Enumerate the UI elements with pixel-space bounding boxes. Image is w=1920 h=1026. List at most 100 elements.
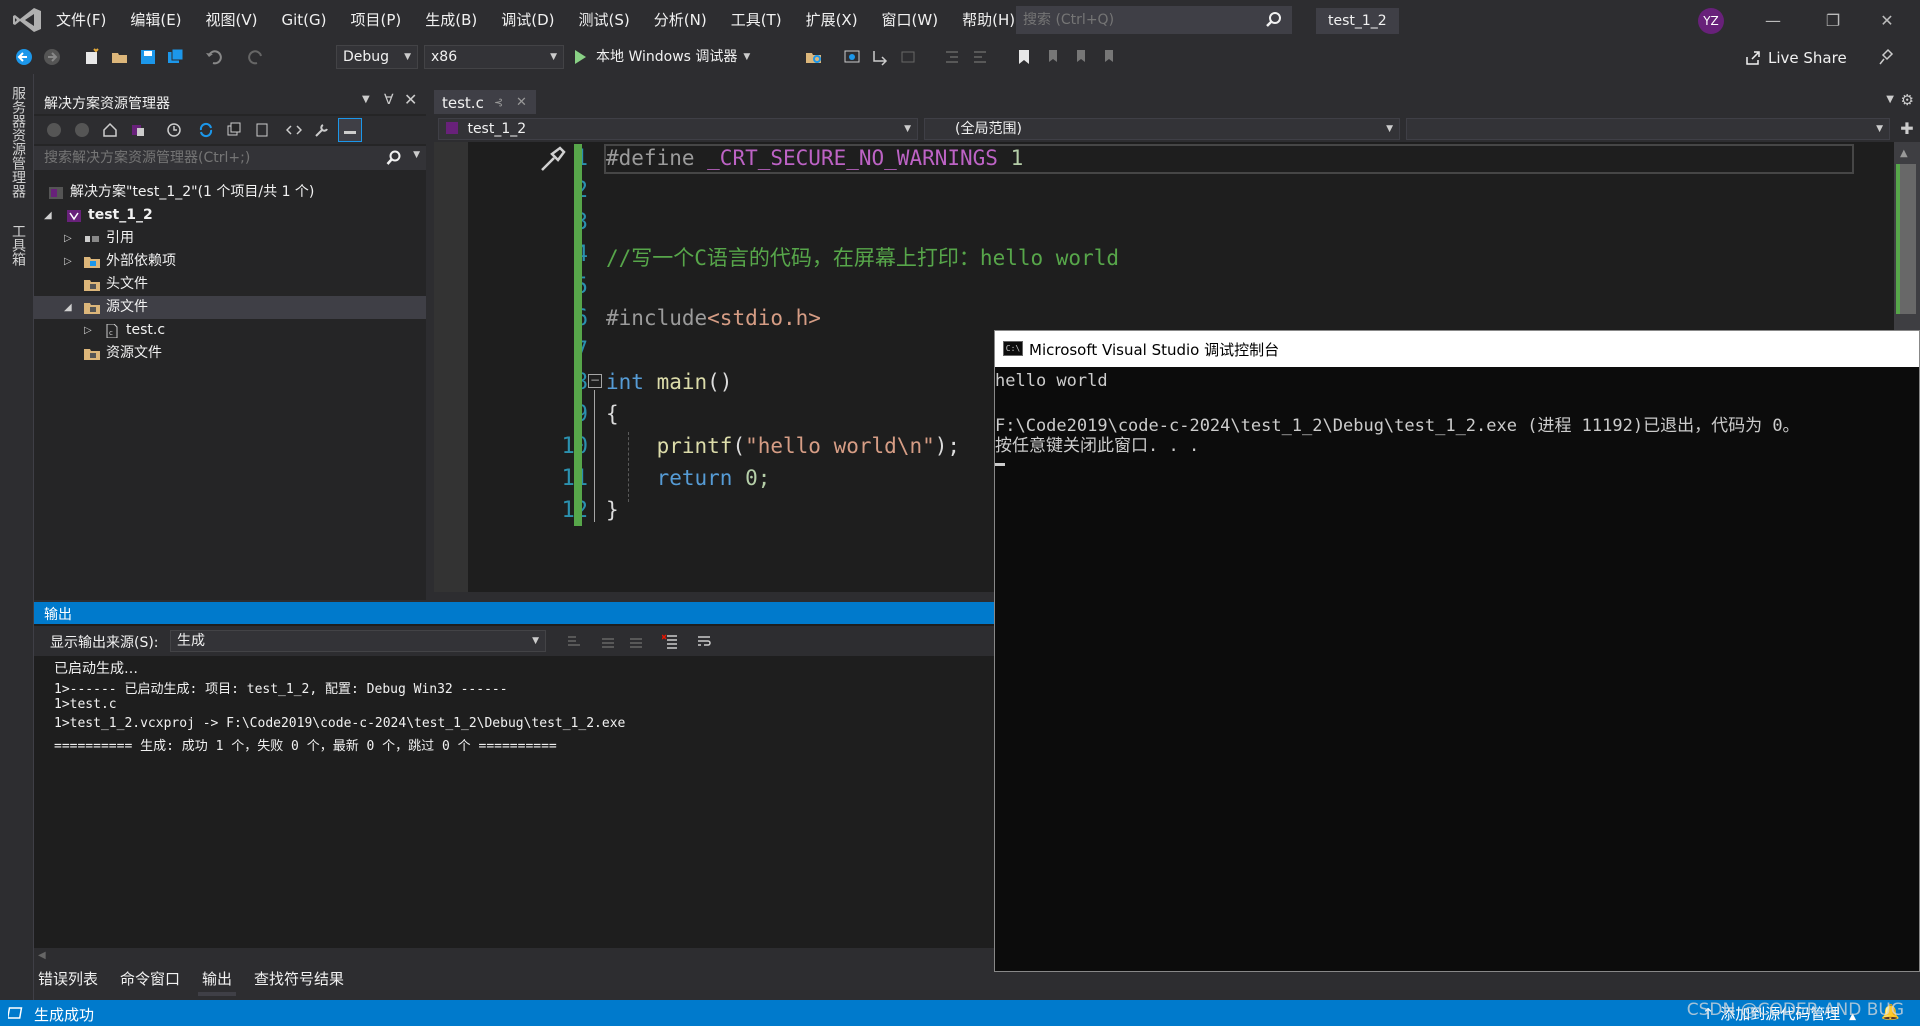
preview-selected-icon[interactable] — [338, 118, 362, 142]
clear-all-icon[interactable] — [658, 629, 682, 653]
global-scope-select[interactable]: (全局范围) ▼ — [924, 118, 1400, 140]
forward-icon[interactable] — [70, 118, 94, 142]
minimize-button[interactable]: — — [1750, 6, 1796, 36]
indent-icon[interactable] — [968, 45, 992, 69]
find-message-icon[interactable] — [562, 629, 586, 653]
split-window-icon[interactable]: ✚ — [1894, 116, 1920, 142]
menu-debug[interactable]: 调试(D) — [489, 0, 566, 40]
prev-message-icon[interactable] — [596, 629, 620, 653]
collapsed-arrow-icon[interactable]: ▷ — [84, 319, 92, 342]
bookmark-icon[interactable] — [1012, 45, 1036, 69]
tree-item-resource-files[interactable]: 资源文件 — [34, 342, 426, 365]
tree-item-references[interactable]: ▷ 引用 — [34, 227, 426, 250]
menu-tools[interactable]: 工具(T) — [719, 0, 794, 40]
open-folder-icon[interactable] — [108, 45, 132, 69]
project-scope-select[interactable]: test_1_2 ▼ — [438, 118, 918, 140]
member-select[interactable]: ▼ — [1406, 118, 1890, 140]
tree-item-source-files[interactable]: ◢ 源文件 — [34, 296, 426, 319]
tree-item-test-c[interactable]: ▷ c test.c — [34, 319, 426, 342]
undo-icon[interactable] — [202, 45, 226, 69]
prev-bookmark-icon[interactable] — [1040, 45, 1064, 69]
show-all-files-icon[interactable] — [250, 118, 274, 142]
menu-view[interactable]: 视图(V) — [194, 0, 270, 40]
pin-icon[interactable]: ⊰ — [494, 92, 503, 114]
feedback-icon[interactable] — [1874, 46, 1896, 68]
find-in-files-icon[interactable] — [802, 45, 826, 69]
search-icon[interactable] — [386, 150, 402, 166]
close-button[interactable]: ✕ — [1864, 6, 1910, 36]
restore-button[interactable]: ❐ — [1810, 6, 1856, 36]
scroll-left-icon[interactable]: ◀ — [38, 950, 46, 961]
view-code-icon[interactable] — [282, 118, 306, 142]
menu-window[interactable]: 窗口(W) — [870, 0, 951, 40]
properties-icon[interactable] — [310, 118, 334, 142]
save-icon[interactable] — [136, 45, 160, 69]
close-icon[interactable]: ✕ — [404, 90, 417, 109]
expanded-arrow-icon[interactable]: ◢ — [64, 296, 72, 319]
step-icon[interactable] — [868, 45, 892, 69]
visual-studio-logo-icon[interactable] — [12, 7, 42, 33]
debug-console-window[interactable]: C:\ Microsoft Visual Studio 调试控制台 hello … — [994, 330, 1920, 972]
tab-test-c[interactable]: test.c ⊰ ✕ — [434, 90, 536, 114]
menu-git[interactable]: Git(G) — [270, 0, 339, 40]
tree-item-solution[interactable]: 解决方案"test_1_2"(1 个项目/共 1 个) — [34, 181, 426, 204]
expanded-arrow-icon[interactable]: ◢ — [44, 204, 52, 227]
scroll-up-icon[interactable]: ▲ — [1900, 148, 1908, 159]
collapsed-arrow-icon[interactable]: ▷ — [64, 227, 72, 250]
tab-output[interactable]: 输出 — [198, 966, 237, 996]
gear-icon[interactable]: ⚙ — [1901, 91, 1914, 109]
tab-error-list[interactable]: 错误列表 — [34, 966, 102, 996]
output-source-select[interactable]: 生成 ▼ — [170, 630, 546, 652]
avatar[interactable]: YZ — [1698, 8, 1724, 34]
forward-icon[interactable] — [40, 45, 64, 69]
chevron-down-icon[interactable]: ▼ — [1886, 94, 1894, 105]
outdent-icon[interactable] — [940, 45, 964, 69]
toolbox-tab[interactable]: 工具箱 — [8, 224, 28, 266]
redo-icon[interactable] — [244, 45, 268, 69]
menu-build[interactable]: 生成(B) — [413, 0, 489, 40]
collapse-toggle[interactable]: − — [588, 374, 602, 388]
solution-config-select[interactable]: Debug ▼ — [336, 45, 418, 69]
pending-changes-icon[interactable] — [162, 118, 186, 142]
tree-item-header-files[interactable]: 头文件 — [34, 273, 426, 296]
menu-analyze[interactable]: 分析(N) — [642, 0, 719, 40]
hot-reload-icon[interactable] — [896, 45, 920, 69]
tab-find-symbol-results[interactable]: 查找符号结果 — [250, 966, 348, 996]
menu-file[interactable]: 文件(F) — [44, 0, 118, 40]
switch-views-icon[interactable] — [126, 118, 150, 142]
pin-icon[interactable]: ∀ — [384, 92, 394, 108]
paintbrush-icon[interactable] — [538, 146, 568, 174]
menu-project[interactable]: 项目(P) — [339, 0, 414, 40]
screenshot-icon[interactable] — [840, 45, 864, 69]
tree-item-external-deps[interactable]: ▷ 外部依赖项 — [34, 250, 426, 273]
solution-explorer-search-input[interactable] — [34, 146, 374, 170]
back-icon[interactable] — [12, 45, 36, 69]
sync-icon[interactable] — [194, 118, 218, 142]
server-explorer-tab[interactable]: 服务器资源管理器 — [8, 86, 28, 198]
close-icon[interactable]: ✕ — [516, 92, 527, 114]
console-title-bar[interactable]: C:\ Microsoft Visual Studio 调试控制台 — [995, 331, 1919, 367]
chevron-down-icon[interactable]: ▼ — [413, 150, 420, 160]
save-all-icon[interactable] — [164, 45, 188, 69]
home-icon[interactable] — [98, 118, 122, 142]
tree-item-project[interactable]: ◢ test_1_2 — [34, 204, 426, 227]
search-icon[interactable] — [1265, 11, 1283, 29]
menu-test[interactable]: 测试(S) — [567, 0, 642, 40]
scrollbar-thumb[interactable] — [1898, 164, 1916, 314]
menu-extensions[interactable]: 扩展(X) — [794, 0, 870, 40]
search-input[interactable] — [1017, 7, 1257, 33]
menu-edit[interactable]: 编辑(E) — [118, 0, 193, 40]
live-share-button[interactable]: Live Share — [1744, 46, 1847, 70]
clear-bookmarks-icon[interactable] — [1096, 45, 1120, 69]
start-debugging-button[interactable]: 本地 Windows 调试器 ▼ — [572, 45, 750, 69]
back-icon[interactable] — [42, 118, 66, 142]
new-project-icon[interactable] — [80, 45, 104, 69]
tab-command-window[interactable]: 命令窗口 — [116, 966, 184, 996]
platform-select[interactable]: x86 ▼ — [424, 45, 564, 69]
chevron-down-icon[interactable]: ▼ — [362, 94, 370, 105]
next-message-icon[interactable] — [624, 629, 648, 653]
collapsed-arrow-icon[interactable]: ▷ — [64, 250, 72, 273]
word-wrap-icon[interactable] — [692, 629, 716, 653]
next-bookmark-icon[interactable] — [1068, 45, 1092, 69]
collapse-all-icon[interactable] — [222, 118, 246, 142]
